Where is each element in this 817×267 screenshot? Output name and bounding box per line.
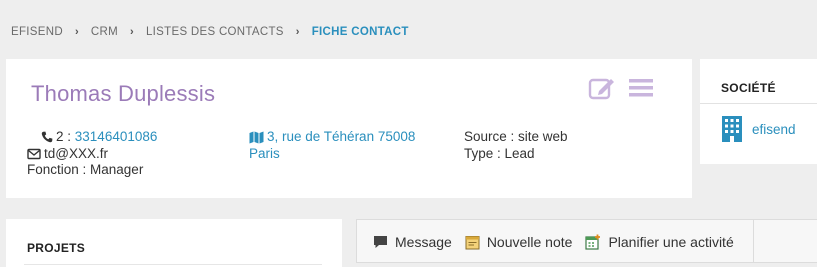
envelope-icon <box>27 148 41 159</box>
phone-icon <box>41 131 53 143</box>
company-divider <box>700 103 817 104</box>
actions-divider <box>753 220 754 262</box>
contact-source: Source : site web <box>464 129 568 144</box>
sticky-note-icon <box>465 235 480 249</box>
breadcrumb-current: FICHE CONTACT <box>311 26 409 38</box>
projects-section-title: PROJETS <box>27 241 86 255</box>
activity-actions-bar: Message Nouvelle note Planifier une acti… <box>356 219 817 263</box>
new-note-button[interactable]: Nouvelle note <box>465 234 573 250</box>
company-card: SOCIÉTÉ efisend <box>700 59 817 164</box>
breadcrumb-item-contact-lists[interactable]: LISTES DES CONTACTS <box>146 26 284 38</box>
company-section-title: SOCIÉTÉ <box>721 81 776 95</box>
chevron-right-icon: › <box>295 26 300 38</box>
message-label: Message <box>395 234 452 250</box>
address-line1: 3, rue de Téhéran 75008 <box>267 129 416 144</box>
schedule-activity-label: Planifier une activité <box>608 234 734 250</box>
contact-function: Fonction : Manager <box>27 162 144 177</box>
address-line1-row: 3, rue de Téhéran 75008 <box>249 129 415 146</box>
contact-meta: Source : site web Type : Lead <box>464 129 568 162</box>
edit-icon[interactable] <box>588 76 616 100</box>
company-name-link[interactable]: efisend <box>752 122 796 137</box>
message-button[interactable]: Message <box>373 234 452 250</box>
schedule-activity-button[interactable]: Planifier une activité <box>585 234 734 250</box>
chevron-right-icon: › <box>130 26 134 38</box>
card-tools <box>588 76 654 100</box>
breadcrumb: EFISEND › CRM › LISTES DES CONTACTS › FI… <box>11 25 409 39</box>
contact-address[interactable]: 3, rue de Téhéran 75008 Paris <box>249 129 415 162</box>
contact-card: Thomas Duplessis 2 : 33146401086 td@XXX.… <box>6 59 692 198</box>
new-note-label: Nouvelle note <box>486 234 573 250</box>
comment-icon <box>374 236 387 248</box>
actions-list: Message Nouvelle note Planifier une acti… <box>373 234 747 250</box>
contact-phone-row: 2 : 33146401086 <box>27 129 157 146</box>
calendar-plus-icon <box>585 234 601 250</box>
contact-type: Type : Lead <box>464 145 535 161</box>
hamburger-menu-icon[interactable] <box>628 77 654 99</box>
breadcrumb-item-efisend[interactable]: EFISEND <box>11 26 63 38</box>
building-icon <box>722 116 742 142</box>
company-item[interactable]: efisend <box>721 115 796 143</box>
phone-link[interactable]: 33146401086 <box>75 129 158 146</box>
projects-divider <box>24 264 322 265</box>
phone-prefix: 2 : <box>56 129 72 144</box>
address-line2: Paris <box>249 145 280 161</box>
chevron-right-icon: › <box>74 26 79 38</box>
map-icon <box>249 131 264 144</box>
contact-details: 2 : 33146401086 td@XXX.fr Fonction : Man… <box>27 129 157 179</box>
email-value[interactable]: td@XXX.fr <box>44 146 108 163</box>
projects-card: PROJETS <box>6 219 342 267</box>
breadcrumb-item-crm[interactable]: CRM <box>91 26 118 38</box>
contact-name: Thomas Duplessis <box>31 81 216 106</box>
contact-email-row: td@XXX.fr <box>27 146 157 163</box>
